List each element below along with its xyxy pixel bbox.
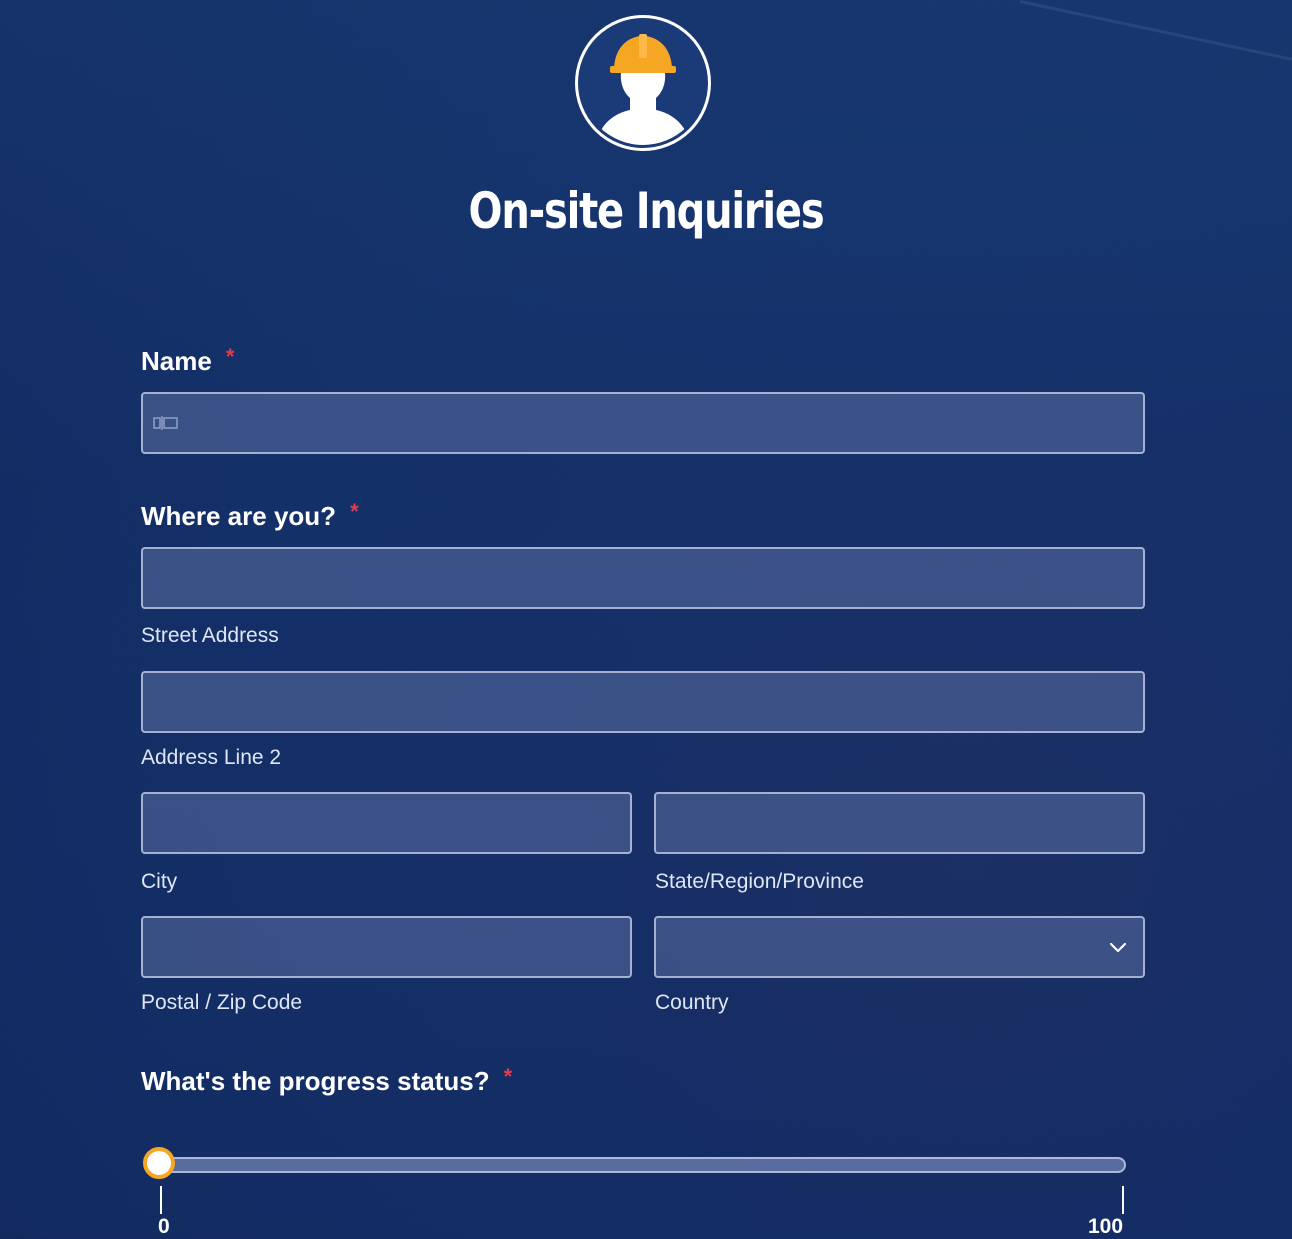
progress-slider-thumb[interactable] — [143, 1147, 175, 1179]
street-address-label: Street Address — [141, 624, 279, 647]
state-input[interactable] — [654, 792, 1145, 854]
slider-max-tick — [1122, 1186, 1124, 1214]
progress-slider-track[interactable] — [158, 1157, 1126, 1173]
required-marker: * — [503, 1064, 513, 1089]
address-label-text: Where are you? — [141, 501, 337, 531]
state-label: State/Region/Province — [655, 870, 864, 893]
street-address-input[interactable] — [141, 547, 1145, 609]
construction-worker-icon — [596, 34, 690, 145]
contact-card-icon — [153, 416, 178, 430]
address-line-2-label: Address Line 2 — [141, 746, 282, 769]
background-decoration — [1019, 0, 1292, 66]
progress-label-text: What's the progress status? — [141, 1066, 490, 1096]
required-marker: * — [350, 499, 359, 524]
slider-min-tick — [160, 1186, 162, 1214]
city-input[interactable] — [141, 792, 632, 854]
postal-code-label: Postal / Zip Code — [141, 991, 303, 1014]
slider-min-label: 0 — [158, 1215, 170, 1238]
slider-max-label: 100 — [1088, 1215, 1124, 1238]
progress-label: What's the progress status? * — [141, 1064, 513, 1097]
city-label: City — [141, 870, 178, 893]
country-label: Country — [655, 991, 729, 1014]
postal-code-input[interactable] — [141, 916, 632, 978]
country-select[interactable] — [654, 916, 1145, 978]
required-marker: * — [225, 344, 235, 369]
chevron-down-icon — [1109, 942, 1127, 953]
address-label: Where are you? * — [141, 499, 359, 532]
name-label-text: Name — [141, 346, 212, 376]
name-input[interactable] — [141, 392, 1145, 454]
form-logo — [575, 15, 711, 151]
name-label: Name * — [141, 344, 235, 377]
address-line-2-input[interactable] — [141, 671, 1145, 733]
form-title: On-site Inquiries — [468, 182, 825, 240]
